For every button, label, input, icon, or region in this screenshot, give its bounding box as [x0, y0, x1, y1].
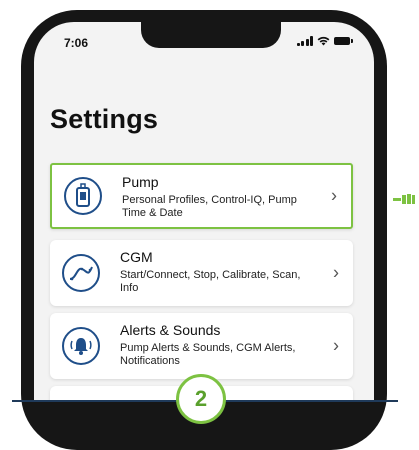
status-time: 7:06	[64, 36, 89, 50]
step-number-badge: 2	[176, 374, 226, 424]
battery-icon	[334, 37, 353, 45]
chevron-right-icon: ›	[333, 335, 339, 356]
bell-icon	[62, 327, 100, 365]
settings-item-description: Personal Profiles, Control-IQ, Pump Time…	[122, 194, 297, 219]
phone-notch	[141, 22, 281, 48]
settings-item-title: Pump	[122, 174, 159, 190]
chevron-right-icon: ›	[331, 185, 337, 206]
settings-item-pump[interactable]: Pump Personal Profiles, Control-IQ, Pump…	[50, 163, 353, 229]
tap-hand-icon	[393, 194, 415, 204]
settings-item-description: Pump Alerts & Sounds, CGM Alerts, Notifi…	[120, 342, 296, 367]
phone-screen: 7:06 Settings Pump Personal Profiles, Co…	[34, 22, 374, 402]
cellular-signal-icon	[296, 36, 313, 46]
settings-item-cgm[interactable]: CGM Start/Connect, Stop, Calibrate, Scan…	[50, 240, 353, 306]
chevron-right-icon: ›	[333, 262, 339, 283]
settings-item-title: Alerts & Sounds	[120, 322, 221, 338]
cgm-trend-icon	[62, 254, 100, 292]
settings-item-title: CGM	[120, 249, 153, 265]
status-icons	[296, 36, 353, 46]
pump-icon	[64, 177, 102, 215]
settings-item-description: Start/Connect, Stop, Calibrate, Scan, In…	[120, 269, 301, 294]
page-title: Settings	[50, 104, 159, 134]
settings-item-alerts-sounds[interactable]: Alerts & Sounds Pump Alerts & Sounds, CG…	[50, 313, 353, 379]
wifi-icon	[317, 36, 330, 46]
